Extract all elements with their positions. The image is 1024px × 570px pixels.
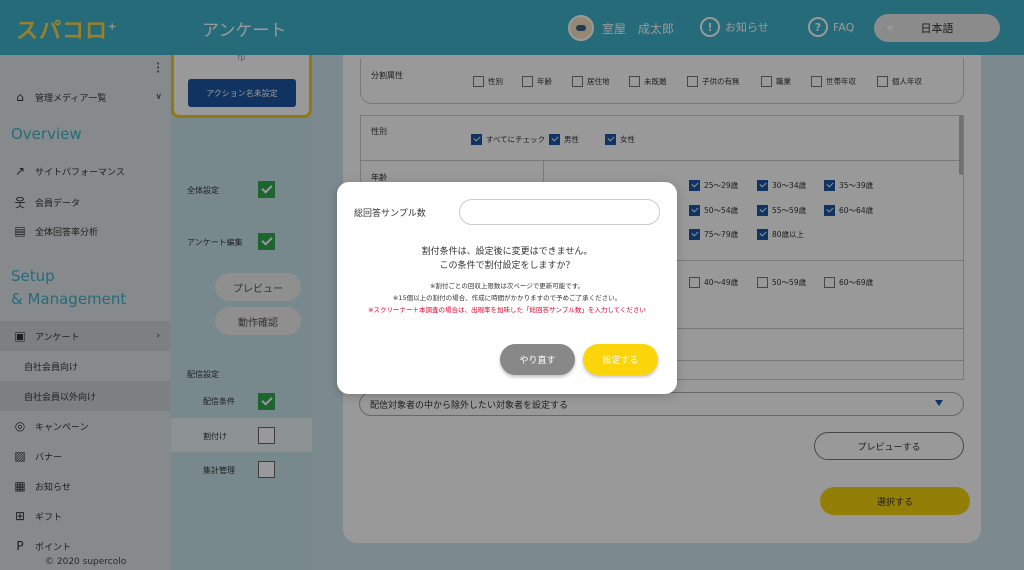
note-line3-warning: ※スクリーナー＋本調査の場合は、出現率を加味した「総回答サンプル数」を入力してく… [368, 306, 646, 314]
total-sample-input[interactable] [459, 199, 660, 225]
set-button[interactable]: 設定する [583, 344, 658, 375]
retry-button[interactable]: やり直す [500, 344, 575, 375]
note-line2: ※15個以上の割付の場合、作成に時間がかかりますので予めご了承ください。 [392, 294, 622, 302]
note-line1: ※割付ごとの回収上限数は次ページで更新可能です。 [429, 282, 585, 290]
confirm-message-line1: 割付条件は、設定後に変更はできません。 [421, 247, 593, 257]
allocation-confirm-dialog: 総回答サンプル数 割付条件は、設定後に変更はできません。 この条件で割付設定をし… [337, 182, 677, 394]
confirm-message-line2: この条件で割付設定をしますか？ [439, 261, 575, 271]
total-sample-label: 総回答サンプル数 [354, 209, 426, 219]
